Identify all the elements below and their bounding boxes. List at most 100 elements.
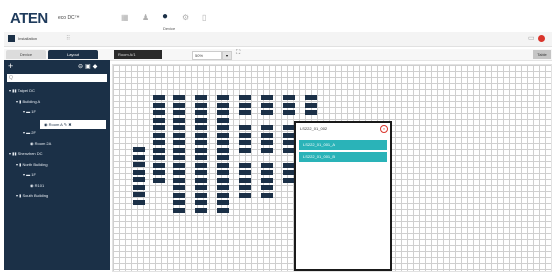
rack-block[interactable] — [173, 185, 185, 190]
alert-icon[interactable] — [538, 35, 545, 42]
rack-block[interactable] — [153, 95, 165, 100]
rack-block[interactable] — [195, 110, 207, 115]
rack-block[interactable] — [283, 102, 295, 108]
tab-device[interactable]: Device — [6, 50, 46, 59]
tree-item[interactable]: ▾ ▮ Building A — [16, 99, 40, 104]
rack-block[interactable] — [239, 95, 251, 100]
popup-list-item[interactable]: LS222_01_001_B — [299, 152, 387, 162]
rack-block[interactable] — [217, 177, 229, 183]
rack-block[interactable] — [173, 155, 185, 160]
rack-block[interactable] — [173, 102, 185, 108]
popup-list-item[interactable]: LS222_01_001_A — [299, 140, 387, 150]
window-icon[interactable]: ▭ — [528, 34, 535, 42]
rack-block[interactable] — [173, 132, 185, 138]
rack-block[interactable] — [173, 117, 185, 123]
close-icon[interactable]: × — [380, 125, 388, 133]
tree-item[interactable]: ◉ Room A ✎ ✖ — [40, 119, 106, 129]
rack-block[interactable] — [173, 200, 185, 205]
rack-block[interactable] — [173, 147, 185, 153]
rack-block[interactable] — [239, 162, 251, 168]
rack-block[interactable] — [217, 102, 229, 108]
rack-block[interactable] — [153, 170, 165, 175]
rack-block[interactable] — [153, 140, 165, 145]
rack-block[interactable] — [261, 140, 273, 145]
rack-block[interactable] — [261, 185, 273, 190]
rack-block[interactable] — [261, 125, 273, 130]
rack-block[interactable] — [173, 110, 185, 115]
rack-block[interactable] — [217, 207, 229, 213]
zoom-select[interactable]: 50% — [192, 51, 222, 60]
grid-icon[interactable]: ⠿ — [66, 35, 70, 42]
rack-block[interactable] — [261, 110, 273, 115]
rack-block[interactable] — [305, 95, 317, 100]
zoom-dropdown-icon[interactable]: ▾ — [222, 51, 232, 60]
rack-block[interactable] — [261, 132, 273, 138]
rack-block[interactable] — [195, 155, 207, 160]
rack-block[interactable] — [305, 110, 317, 115]
rack-block[interactable] — [153, 110, 165, 115]
rack-block[interactable] — [133, 147, 145, 152]
tree-search-input[interactable]: Q — [7, 74, 107, 82]
rack-block[interactable] — [261, 102, 273, 108]
rack-block[interactable] — [195, 95, 207, 100]
tree-item[interactable]: ▾ ▬ 2F — [23, 130, 36, 135]
rack-block[interactable] — [153, 125, 165, 130]
rack-block[interactable] — [217, 185, 229, 190]
user-icon[interactable]: ♟ — [142, 13, 149, 22]
rack-block[interactable] — [283, 110, 295, 115]
rack-block[interactable] — [217, 117, 229, 123]
settings-icon[interactable]: ⚙ — [182, 13, 189, 22]
rack-block[interactable] — [239, 192, 251, 198]
rack-block[interactable] — [283, 95, 295, 100]
rack-block[interactable] — [239, 177, 251, 183]
rack-block[interactable] — [195, 162, 207, 168]
rack-block[interactable] — [153, 162, 165, 168]
rack-block[interactable] — [261, 170, 273, 175]
rack-block[interactable] — [261, 95, 273, 100]
tree-item[interactable]: ◉ R101 — [30, 183, 44, 188]
rack-block[interactable] — [153, 102, 165, 108]
rack-block[interactable] — [173, 170, 185, 175]
rack-block[interactable] — [217, 200, 229, 205]
rack-block[interactable] — [239, 125, 251, 130]
rack-block[interactable] — [133, 162, 145, 167]
tree-item[interactable]: ▾ ▮ North Building — [16, 162, 48, 167]
rack-block[interactable] — [239, 170, 251, 175]
rack-block[interactable] — [261, 147, 273, 153]
add-icon[interactable]: + — [8, 61, 13, 71]
rack-block[interactable] — [195, 177, 207, 183]
rack-block[interactable] — [153, 147, 165, 153]
rack-block[interactable] — [239, 110, 251, 115]
rack-block[interactable] — [305, 102, 317, 108]
rack-block[interactable] — [239, 102, 251, 108]
rack-block[interactable] — [195, 147, 207, 153]
rack-block[interactable] — [173, 162, 185, 168]
tree-item[interactable]: ▾ ▬ 1F — [23, 172, 36, 177]
rack-block[interactable] — [217, 170, 229, 175]
rack-block[interactable] — [239, 140, 251, 145]
tab-layout[interactable]: Layout — [48, 50, 98, 59]
rack-block[interactable] — [261, 177, 273, 183]
fit-screen-icon[interactable]: ⛶ — [236, 50, 240, 57]
rack-block[interactable] — [153, 155, 165, 160]
rack-block[interactable] — [217, 95, 229, 100]
rack-block[interactable] — [195, 132, 207, 138]
rack-block[interactable] — [217, 140, 229, 145]
rack-block[interactable] — [195, 140, 207, 145]
edit-icon[interactable]: ✎ ✖ — [63, 122, 72, 127]
tree-item[interactable]: ▾ ▮▮ Taipei DC — [9, 88, 35, 93]
menu-icon[interactable] — [8, 35, 15, 42]
rack-block[interactable] — [153, 117, 165, 123]
rack-block[interactable] — [133, 199, 145, 205]
device-icon[interactable]: ● — [162, 11, 168, 22]
rack-block[interactable] — [173, 95, 185, 100]
rack-block[interactable] — [195, 125, 207, 130]
rack-block[interactable] — [133, 177, 145, 182]
rack-block[interactable] — [153, 132, 165, 138]
rack-block[interactable] — [195, 102, 207, 108]
map-tab[interactable]: Room A/1 — [114, 50, 162, 59]
rack-block[interactable] — [217, 125, 229, 130]
rack-block[interactable] — [261, 162, 273, 168]
rack-block[interactable] — [239, 132, 251, 138]
rack-block[interactable] — [133, 184, 145, 190]
